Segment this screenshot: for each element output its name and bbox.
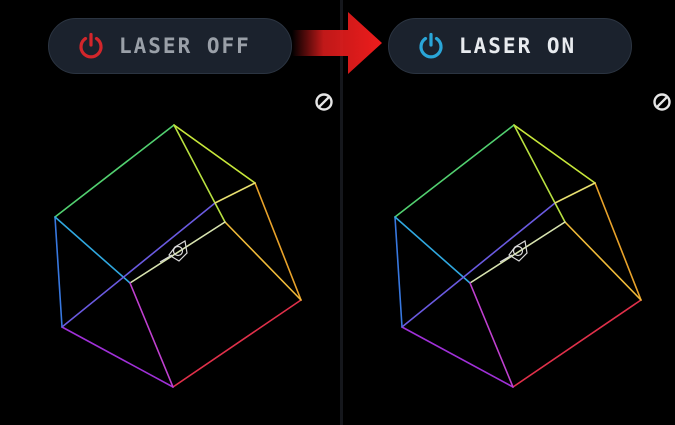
- power-icon: [419, 32, 443, 59]
- arrow-right-icon: [292, 12, 382, 74]
- laser-on-button[interactable]: LASER ON: [388, 18, 632, 74]
- laser-off-label: LASER OFF: [119, 34, 251, 58]
- no-entry-icon[interactable]: [652, 92, 672, 112]
- wireframe-cube-icon: [54, 124, 302, 388]
- laser-comparison-screen: LASER OFF LASER ON: [0, 0, 675, 425]
- laser-off-button[interactable]: LASER OFF: [48, 18, 292, 74]
- laser-on-label: LASER ON: [459, 34, 577, 58]
- power-icon: [79, 32, 103, 59]
- no-entry-icon[interactable]: [314, 92, 334, 112]
- wireframe-cube-icon: [394, 124, 642, 388]
